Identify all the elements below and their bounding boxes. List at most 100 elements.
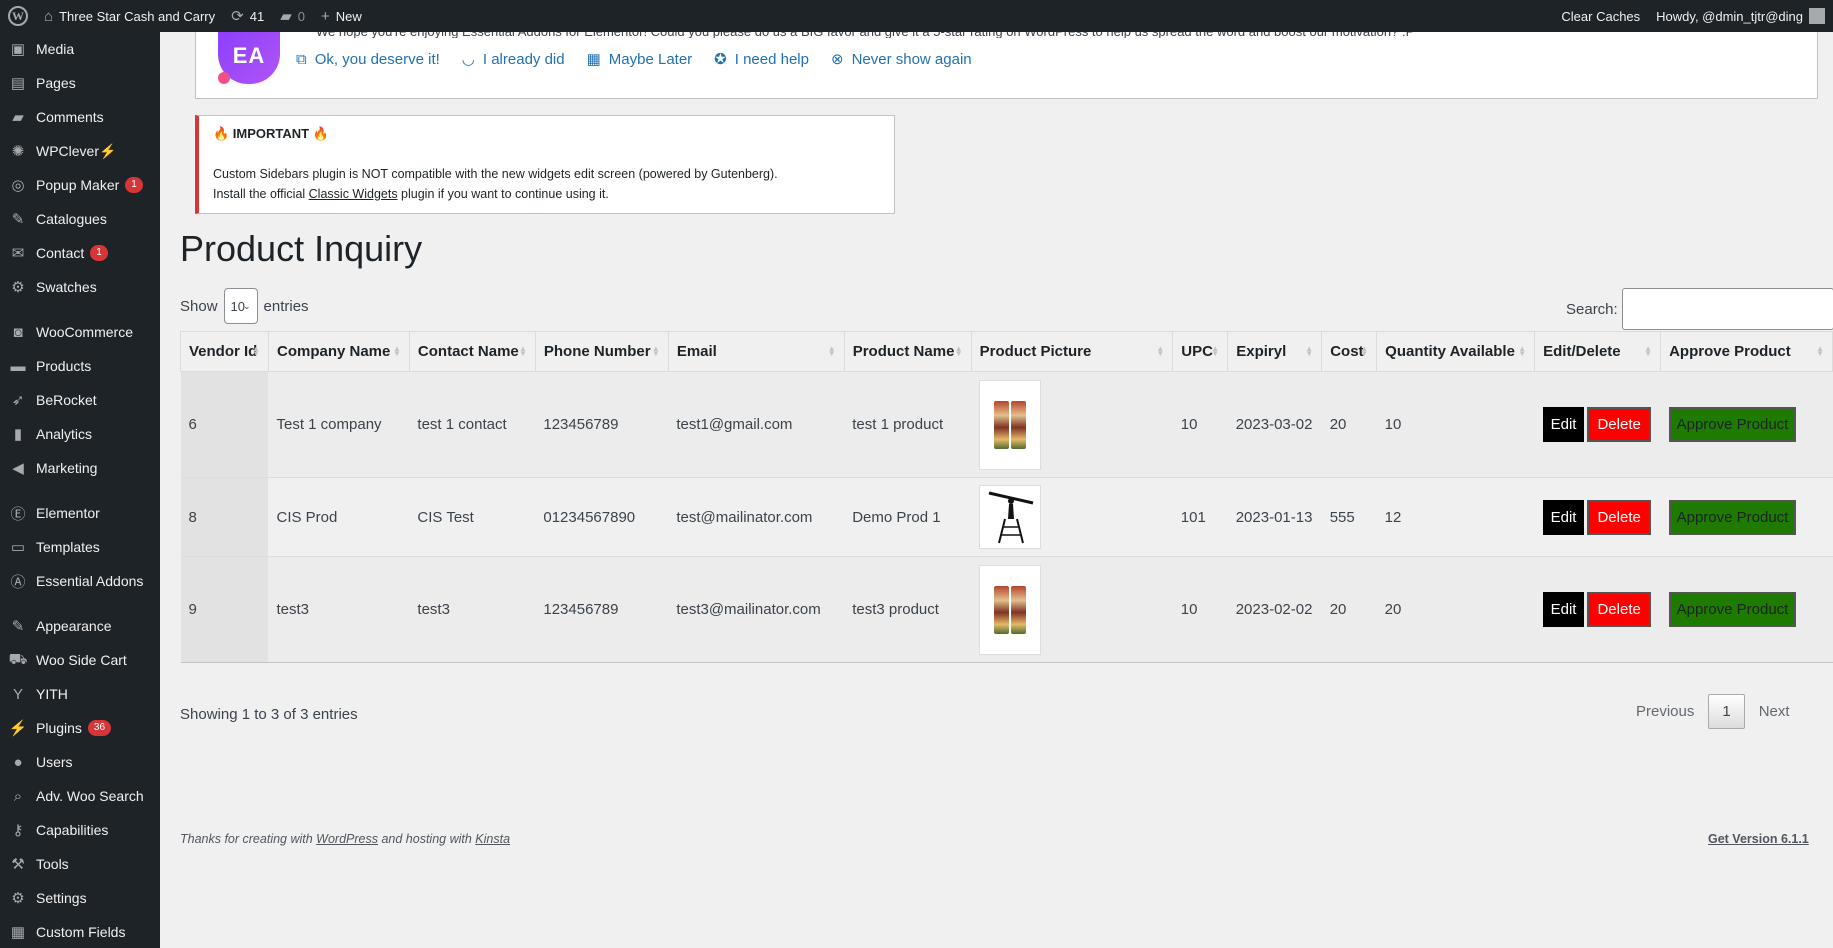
megaphone-icon: ◀ — [12, 460, 24, 477]
plugin-icon: ⚡ — [8, 720, 28, 737]
column-header-phone-number[interactable]: Phone Number ▲ ▼ — [534, 331, 669, 372]
column-header-label: Company Name — [276, 343, 391, 360]
sidebar-item-users[interactable]: ● Users — [0, 745, 160, 779]
approve-product-button[interactable]: Approve Product — [1668, 499, 1797, 535]
account-menu[interactable]: Howdy, @dmin_tjtr@ding — [1648, 0, 1833, 32]
sidebar-item-plugins[interactable]: ⚡ Plugins 36 — [0, 711, 160, 745]
sidebar-item-swatches[interactable]: ⚙ Swatches — [0, 270, 160, 304]
gear-icon: ⚙ — [11, 279, 25, 296]
sidebar-item-media[interactable]: ▣ Media — [0, 32, 160, 66]
sidebar-item-marketing[interactable]: ◀ Marketing — [0, 451, 160, 485]
sidebar-item-products[interactable]: ▬ Products — [0, 349, 160, 383]
new-label: New — [335, 8, 362, 24]
sidebar-item-label: Catalogues — [36, 211, 107, 227]
products-icon: ▬ — [10, 357, 26, 375]
previous-button[interactable]: Previous — [1622, 693, 1708, 730]
column-header-cost[interactable]: Cost ▲ ▼ — [1321, 331, 1378, 372]
edit-button[interactable]: Edit — [1542, 499, 1585, 535]
already-did-link[interactable]: ◡ I already did — [462, 50, 565, 69]
column-header-product-picture[interactable]: Product Picture ▲ ▼ — [970, 331, 1174, 372]
site-name-link[interactable]: ⌂ Three Star Cash and Carry — [36, 0, 223, 32]
column-header-company-name[interactable]: Company Name ▲ ▼ — [267, 331, 410, 372]
sort-arrows-icon: ▲ ▼ — [1156, 344, 1165, 358]
sidebar-item-popup-maker[interactable]: ◎ Popup Maker 1 — [0, 168, 160, 202]
sort-arrows-icon: ▲ ▼ — [1816, 344, 1824, 358]
sidebar-item-label: Templates — [36, 539, 100, 555]
edit-button[interactable]: Edit — [1542, 407, 1585, 442]
column-header-upc[interactable]: UPC ▲ ▼ — [1172, 331, 1229, 372]
sidebar-item-comments[interactable]: ▰ Comments — [0, 100, 160, 134]
sidebar-item-pages[interactable]: ▤ Pages — [0, 66, 160, 100]
new-content-link[interactable]: + New — [313, 0, 370, 32]
sidebar-item-elementor[interactable]: Ⓔ Elementor — [0, 496, 160, 530]
essential-addons-logo: EA — [218, 28, 280, 84]
column-header-email[interactable]: Email ▲ ▼ — [667, 331, 845, 372]
delete-button[interactable]: Delete — [1587, 407, 1651, 442]
column-header-edit-delete[interactable]: Edit/Delete ▲ ▼ — [1534, 331, 1662, 372]
comments-link[interactable]: ▰ 0 — [272, 0, 313, 32]
column-header-label: Approve Product — [1669, 343, 1791, 360]
wordpress-link[interactable]: WordPress — [316, 832, 378, 846]
sort-arrows-icon: ▲ ▼ — [1305, 344, 1314, 358]
column-header-label: Vendor Id — [189, 343, 258, 360]
sidebar-item-catalogues[interactable]: ✎ Catalogues — [0, 202, 160, 236]
cart-icon: ⛟ — [8, 650, 28, 668]
sidebar-item-yith[interactable]: Y YITH — [0, 677, 160, 711]
need-help-link[interactable]: ✪ I need help — [714, 50, 809, 69]
updates-link[interactable]: ⟳ 41 — [223, 0, 272, 32]
user-icon: ● — [13, 753, 23, 771]
product-thumbnail[interactable] — [979, 379, 1042, 470]
entries-per-page-select[interactable]: 10 ⌄ — [223, 288, 258, 324]
notification-badge: 36 — [87, 720, 112, 736]
sidebar-item-capabilities[interactable]: ⚷ Capabilities — [0, 813, 160, 847]
rocket-icon: ➶ — [11, 392, 25, 409]
sidebar-item-settings[interactable]: ⚙ Settings — [0, 881, 160, 915]
sidebar-item-essential-addons[interactable]: Ⓐ Essential Addons — [0, 564, 160, 598]
column-header-expiryl[interactable]: Expiryl ▲ ▼ — [1227, 331, 1323, 372]
get-version-link[interactable]: Get Version 6.1.1 — [1708, 832, 1809, 846]
cell-phone: 01234567890 — [535, 477, 669, 557]
delete-button[interactable]: Delete — [1587, 592, 1651, 627]
sidebar-item-woo-side-cart[interactable]: ⛟ Woo Side Cart — [0, 643, 160, 677]
sidebar-item-contact[interactable]: ✉ Contact 1 — [0, 236, 160, 270]
classic-widgets-link[interactable]: Classic Widgets — [309, 187, 398, 201]
sidebar-item-label: Media — [36, 41, 75, 57]
never-show-link[interactable]: ⊗ Never show again — [830, 50, 972, 69]
column-header-product-name[interactable]: Product Name ▲ ▼ — [843, 331, 972, 372]
sidebar-item-adv-woo-search[interactable]: ⌕ Adv. Woo Search — [0, 779, 160, 813]
dismiss-icon: ⊗ — [830, 51, 844, 68]
column-header-quantity-available[interactable]: Quantity Available ▲ ▼ — [1376, 331, 1536, 372]
edit-button[interactable]: Edit — [1542, 592, 1585, 627]
wp-logo-menu[interactable]: W — [0, 0, 36, 32]
column-header-label: Product Picture — [979, 343, 1092, 360]
sidebar-item-analytics[interactable]: ▮ Analytics — [0, 417, 160, 451]
sidebar-item-wpclever[interactable]: ✺ WPClever⚡ — [0, 134, 160, 168]
ladder-worker-image — [988, 491, 1034, 544]
column-header-approve-product[interactable]: Approve Product ▲ ▼ — [1660, 331, 1833, 372]
approve-product-button[interactable]: Approve Product — [1668, 592, 1797, 627]
sidebar-item-custom-fields[interactable]: ▦ Custom Fields — [0, 915, 160, 948]
approve-product-button[interactable]: Approve Product — [1668, 407, 1797, 442]
column-header-contact-name[interactable]: Contact Name ▲ ▼ — [408, 331, 536, 372]
column-header-label: Expiryl — [1236, 343, 1287, 360]
kinsta-link[interactable]: Kinsta — [475, 832, 510, 846]
maybe-later-link[interactable]: ▦ Maybe Later — [587, 50, 693, 69]
delete-button[interactable]: Delete — [1587, 499, 1651, 535]
ok-deserve-link[interactable]: ⧉ Ok, you deserve it! — [296, 50, 440, 68]
sidebar-item-templates[interactable]: ▭ Templates — [0, 530, 160, 564]
important-line-2-pre: Install the official — [213, 187, 309, 201]
sidebar-item-tools[interactable]: ⚒ Tools — [0, 847, 160, 881]
sidebar-item-appearance[interactable]: ✎ Appearance — [0, 609, 160, 643]
page-1-button[interactable]: 1 — [1708, 694, 1745, 729]
clear-caches-link[interactable]: Clear Caches — [1553, 0, 1648, 32]
sidebar-item-berocket[interactable]: ➶ BeRocket — [0, 383, 160, 417]
cell-expiry: 2023-02-02 — [1227, 556, 1322, 663]
search-input[interactable] — [1621, 288, 1833, 330]
column-header-label: Contact Name — [417, 343, 519, 360]
column-header-vendor-id[interactable]: Vendor Id ▲ ▼ — [180, 331, 269, 372]
sidebar-item-woocommerce[interactable]: ◙ WooCommerce — [0, 315, 160, 349]
product-thumbnail[interactable] — [979, 564, 1042, 655]
next-button[interactable]: Next — [1745, 693, 1804, 730]
cell-cost: 20 — [1321, 371, 1377, 478]
product-thumbnail[interactable] — [979, 485, 1042, 549]
